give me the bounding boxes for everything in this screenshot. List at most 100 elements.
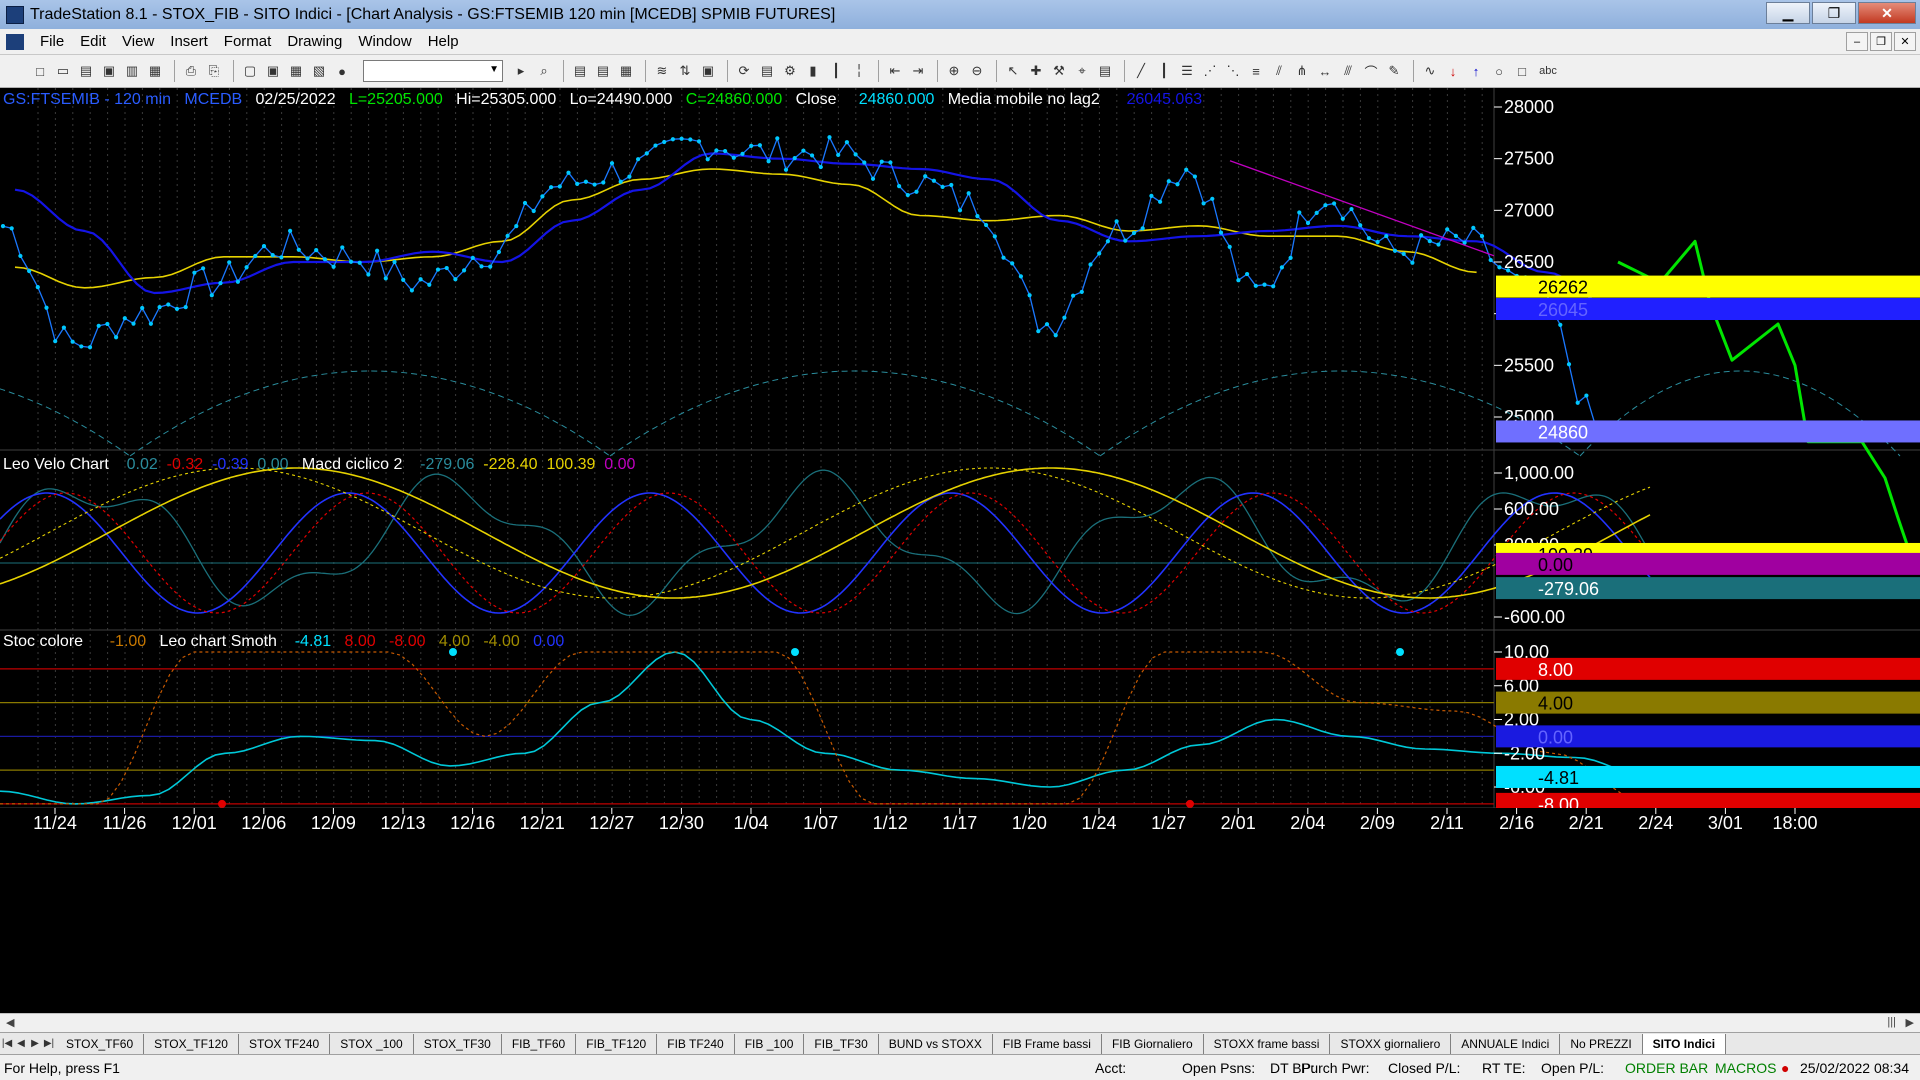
scroll-right-icon[interactable]: ▶: [1906, 1016, 1914, 1029]
order-bar-button[interactable]: ORDER BAR: [1625, 1060, 1708, 1076]
text-label-icon[interactable]: abc: [1535, 61, 1561, 81]
tab-annuale-indici[interactable]: ANNUALE Indici: [1451, 1033, 1561, 1054]
menu-file[interactable]: File: [32, 33, 72, 50]
hammer-icon[interactable]: ⚒: [1049, 61, 1069, 81]
close-doc-icon[interactable]: ▥: [122, 61, 142, 81]
scroll-left-icon[interactable]: ◀: [6, 1016, 14, 1029]
horizontal-scrollbar[interactable]: ◀ ||| ▶: [0, 1013, 1920, 1032]
tab-prev-icon[interactable]: ◀: [14, 1038, 28, 1049]
tab-fib-tf30[interactable]: FIB_TF30: [804, 1033, 879, 1054]
workspace-icon[interactable]: ▣: [263, 61, 283, 81]
tab-fib-tf240[interactable]: FIB TF240: [657, 1033, 735, 1054]
save-icon[interactable]: ▣: [99, 61, 119, 81]
open-icon[interactable]: ▭: [53, 61, 73, 81]
mdi-close-button[interactable]: ✕: [1894, 32, 1916, 51]
tab-next-icon[interactable]: ▶: [28, 1038, 42, 1049]
chart-canvas[interactable]: 280002750027000265002600025500250001,000…: [0, 88, 1920, 1013]
tab-stox-tf120[interactable]: STOX_TF120: [144, 1033, 239, 1054]
channel-icon[interactable]: ⫽: [1269, 61, 1289, 81]
tab-fib-100[interactable]: FIB _100: [735, 1033, 805, 1054]
chart-analysis-window[interactable]: 280002750027000265002600025500250001,000…: [0, 88, 1920, 1013]
minimize-button[interactable]: ▁: [1766, 2, 1810, 24]
print-icon[interactable]: ⎙: [181, 61, 201, 81]
menu-format[interactable]: Format: [216, 33, 280, 50]
line-chart-icon[interactable]: ╎: [849, 61, 869, 81]
text-icon[interactable]: ▤: [1095, 61, 1115, 81]
tab-stox-tf240[interactable]: STOX TF240: [239, 1033, 331, 1054]
symbol-combo[interactable]: [363, 60, 503, 82]
refresh-icon[interactable]: ⟳: [734, 61, 754, 81]
bars-icon[interactable]: ▮: [803, 61, 823, 81]
layout-icon[interactable]: ▧: [309, 61, 329, 81]
curve-icon[interactable]: ∿: [1420, 61, 1440, 81]
document-icon[interactable]: [6, 33, 24, 50]
lookup-icon[interactable]: ⌕: [534, 61, 554, 81]
scanner-icon[interactable]: ⚙: [780, 61, 800, 81]
tab-stox-tf60[interactable]: STOX_TF60: [56, 1033, 145, 1054]
window-icon[interactable]: ▢: [240, 61, 260, 81]
gann-fan-icon[interactable]: ⋱: [1223, 61, 1243, 81]
restore-button[interactable]: ❐: [1812, 2, 1856, 24]
horizontal-lines-icon[interactable]: ☰: [1177, 61, 1197, 81]
tab-stoxx-frame-bassi[interactable]: STOXX frame bassi: [1204, 1033, 1331, 1054]
regression-icon[interactable]: ↔: [1315, 61, 1335, 81]
parallel-icon[interactable]: ⫻: [1338, 61, 1358, 81]
fib-icon[interactable]: ≡: [1246, 61, 1266, 81]
tab-bund-vs-stoxx[interactable]: BUND vs STOXX: [879, 1033, 993, 1054]
pointer-icon[interactable]: ↖: [1003, 61, 1023, 81]
tab-stox-tf30[interactable]: STOX_TF30: [414, 1033, 502, 1054]
tab-first-icon[interactable]: |◀: [0, 1038, 14, 1049]
matrix-icon[interactable]: ▦: [616, 61, 636, 81]
color-icon[interactable]: ●: [332, 61, 352, 81]
ellipse-icon[interactable]: ○: [1489, 61, 1509, 81]
tab-fib-giornaliero[interactable]: FIB Giornaliero: [1102, 1033, 1204, 1054]
andrews-icon[interactable]: ⋔: [1292, 61, 1312, 81]
tab-no-prezzi[interactable]: No PREZZI: [1560, 1033, 1643, 1054]
menu-window[interactable]: Window: [350, 33, 419, 50]
crosshair-icon[interactable]: ✚: [1026, 61, 1046, 81]
menu-help[interactable]: Help: [420, 33, 467, 50]
rectangle-icon[interactable]: □: [1512, 61, 1532, 81]
open-workspace-icon[interactable]: ▤: [76, 61, 96, 81]
tab-sito-indici[interactable]: SITO Indici: [1642, 1033, 1727, 1054]
tab-fib-tf120[interactable]: FIB_TF120: [576, 1033, 658, 1054]
radar-icon[interactable]: ▤: [593, 61, 613, 81]
grid-icon[interactable]: ▦: [286, 61, 306, 81]
speed-lines-icon[interactable]: ⋰: [1200, 61, 1220, 81]
shift-right-icon[interactable]: ⇥: [908, 61, 928, 81]
menu-insert[interactable]: Insert: [162, 33, 216, 50]
indicator-icon[interactable]: ≋: [652, 61, 672, 81]
format-icon[interactable]: ▣: [698, 61, 718, 81]
new-icon[interactable]: □: [30, 61, 50, 81]
print-preview-icon[interactable]: ⎘: [204, 61, 224, 81]
tab-stoxx-giornaliero[interactable]: STOXX giornaliero: [1330, 1033, 1452, 1054]
menu-view[interactable]: View: [114, 33, 162, 50]
menu-edit[interactable]: Edit: [72, 33, 114, 50]
mdi-restore-button[interactable]: ❐: [1870, 32, 1892, 51]
menu-drawing[interactable]: Drawing: [279, 33, 350, 50]
trendline-icon[interactable]: ╱: [1131, 61, 1151, 81]
snap-icon[interactable]: ⌖: [1072, 61, 1092, 81]
tab-fib-frame-bassi[interactable]: FIB Frame bassi: [993, 1033, 1102, 1054]
close-button[interactable]: ✕: [1858, 2, 1916, 24]
tab-last-icon[interactable]: ▶|: [42, 1038, 56, 1049]
go-icon[interactable]: ▸: [511, 61, 531, 81]
arrow-down-icon[interactable]: ↓: [1443, 61, 1463, 81]
vertical-lines-icon[interactable]: ┃: [1154, 61, 1174, 81]
folder-icon[interactable]: ▦: [145, 61, 165, 81]
candle-icon[interactable]: ┃: [826, 61, 846, 81]
tab-stox-100[interactable]: STOX _100: [330, 1033, 414, 1054]
scroll-thumb-icon[interactable]: |||: [1887, 1016, 1896, 1028]
zoom-in-icon[interactable]: ⊕: [944, 61, 964, 81]
tab-fib-tf60[interactable]: FIB_TF60: [502, 1033, 577, 1054]
arrow-up-icon[interactable]: ↑: [1466, 61, 1486, 81]
macros-button[interactable]: MACROS: [1715, 1060, 1776, 1076]
pen-icon[interactable]: ✎: [1384, 61, 1404, 81]
data-icon[interactable]: ▤: [757, 61, 777, 81]
mdi-minimize-button[interactable]: –: [1846, 32, 1868, 51]
zoom-out-icon[interactable]: ⊖: [967, 61, 987, 81]
shift-left-icon[interactable]: ⇤: [885, 61, 905, 81]
strategy-icon[interactable]: ⇅: [675, 61, 695, 81]
arc-icon[interactable]: ⌒: [1361, 61, 1381, 81]
chart-window-icon[interactable]: ▤: [570, 61, 590, 81]
